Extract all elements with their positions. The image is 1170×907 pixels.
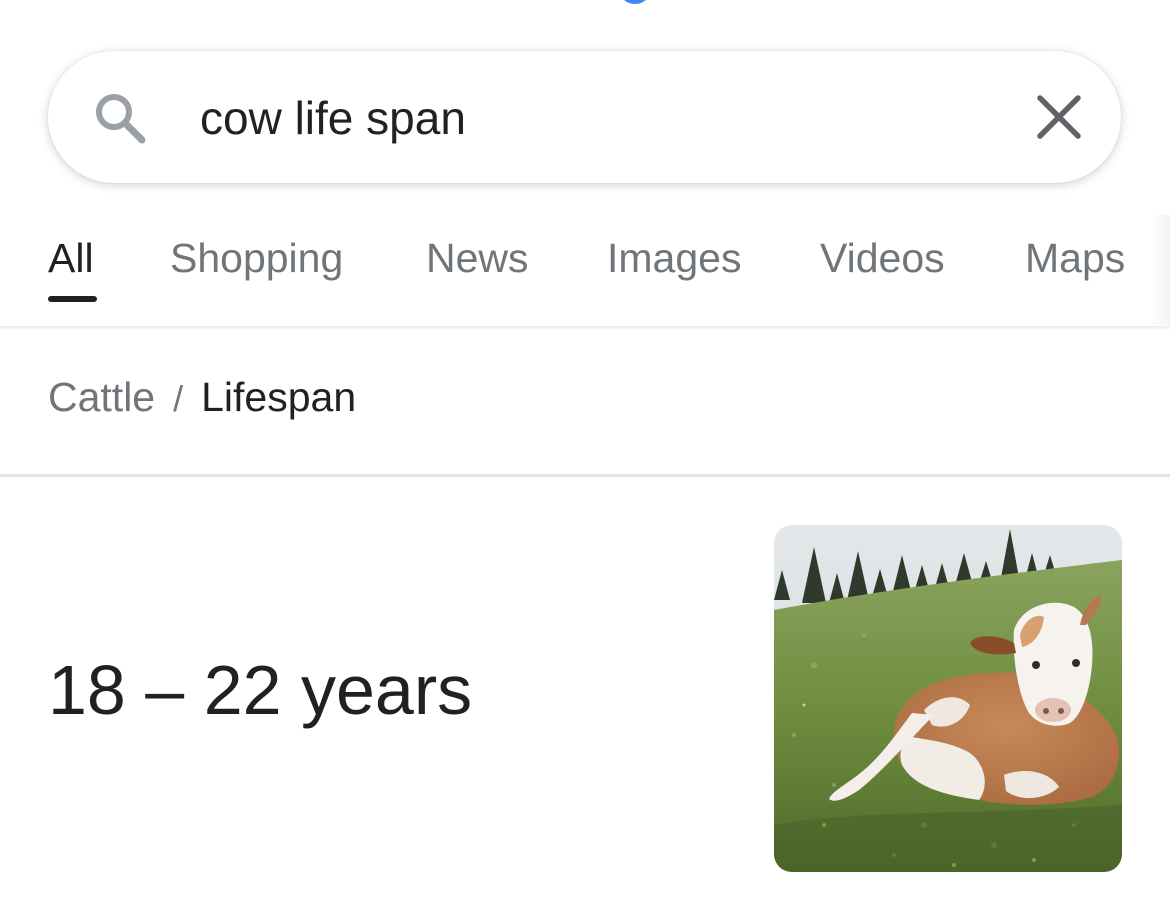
search-tabs: All Shopping News Images Videos Maps [0,225,1170,305]
tab-all[interactable]: All [48,235,94,282]
search-results-page: All Shopping News Images Videos Maps Cat… [0,0,1170,907]
tab-videos[interactable]: Videos [820,235,945,282]
tabs-scroll-fade [1150,215,1170,325]
active-tab-indicator [48,296,97,302]
breadcrumb-current: Lifespan [201,374,357,420]
tab-shopping[interactable]: Shopping [170,235,343,282]
breadcrumb-separator: / [173,378,184,419]
breadcrumb: Cattle / Lifespan [48,374,356,421]
tab-images[interactable]: Images [607,235,741,282]
tabs-divider [0,326,1170,330]
search-input[interactable] [200,88,1000,148]
google-logo-fragment [618,0,652,4]
search-icon[interactable] [90,88,150,148]
featured-answer: 18 – 22 years [48,651,473,729]
close-icon[interactable] [1034,92,1084,142]
tab-news[interactable]: News [426,235,529,282]
tab-maps[interactable]: Maps [1025,235,1125,282]
section-divider [0,474,1170,477]
breadcrumb-parent-link[interactable]: Cattle [48,374,155,420]
cow-thumbnail-image[interactable] [774,525,1122,872]
